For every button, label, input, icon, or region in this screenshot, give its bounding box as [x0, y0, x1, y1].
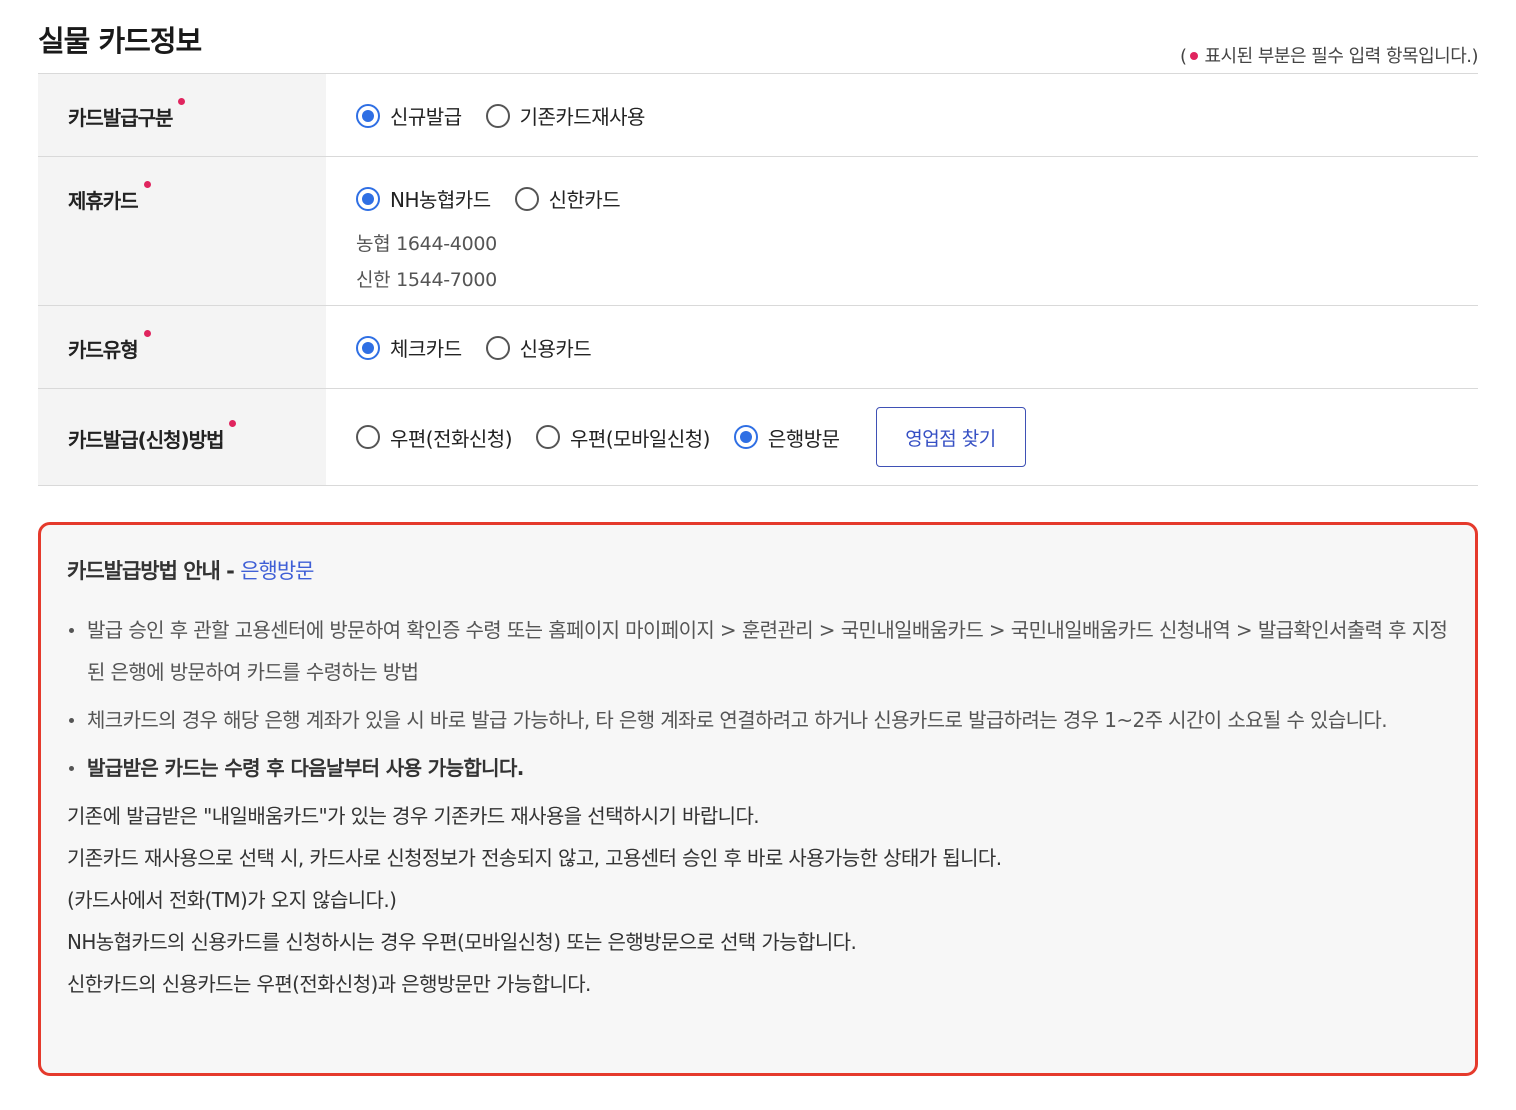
card-type-value-cell: 체크카드 신용카드 — [326, 306, 1478, 388]
card-type-label-cell: 카드유형 — [38, 306, 326, 388]
row-issue-method: 카드발급(신청)방법 우편(전화신청) 우편(모바일신청) 은행방문 영업점 찾… — [38, 389, 1478, 486]
radio-mail-mobile-label: 우편(모바일신청) — [570, 426, 710, 451]
info-note: NH농협카드의 신용카드를 신청하시는 경우 우편(모바일신청) 또는 은행방문… — [67, 930, 857, 954]
required-dot-icon — [178, 98, 186, 105]
required-note-open: ( — [1179, 46, 1187, 67]
info-notes: 기존에 발급받은 "내일배움카드"가 있는 경우 기존카드 재사용을 선택하시기… — [67, 795, 1449, 1005]
info-note: 기존에 발급받은 "내일배움카드"가 있는 경우 기존카드 재사용을 선택하시기… — [67, 804, 760, 828]
radio-new-issue-label: 신규발급 — [390, 105, 462, 129]
radio-mail-phone[interactable]: 우편(전화신청) — [356, 423, 513, 452]
partner-card-radio-group: NH농협카드 신한카드 — [356, 184, 1478, 213]
row-partner-card: 제휴카드 NH농협카드 신한카드 농협 1644-4000 신한 1544-70… — [38, 157, 1478, 306]
info-bullet-emphasis: 발급받은 카드는 수령 후 다음날부터 사용 가능합니다. — [67, 747, 1449, 789]
info-title-accent: 은행방문 — [240, 559, 314, 583]
radio-credit-card[interactable]: 신용카드 — [485, 333, 592, 362]
issue-type-label: 카드발급구분 — [68, 106, 173, 130]
radio-shinhan-card[interactable]: 신한카드 — [514, 184, 621, 213]
row-issue-type: 카드발급구분 신규발급 기존카드재사용 — [38, 74, 1478, 157]
required-dot-icon — [1190, 51, 1199, 60]
info-title-prefix: 카드발급방법 안내 - — [67, 559, 235, 583]
issue-type-radio-group: 신규발급 기존카드재사용 — [356, 101, 1478, 130]
issue-type-value-cell: 신규발급 기존카드재사용 — [326, 74, 1478, 156]
issue-method-radio-group: 우편(전화신청) 우편(모바일신청) 은행방문 영업점 찾기 — [356, 407, 1478, 467]
radio-shinhan-card-label: 신한카드 — [548, 188, 621, 212]
partner-card-label: 제휴카드 — [68, 189, 139, 213]
required-note-text: 표시된 부분은 필수 입력 항목입니다.) — [1204, 46, 1478, 67]
partner-card-value-cell: NH농협카드 신한카드 농협 1644-4000 신한 1544-7000 — [326, 157, 1478, 305]
radio-unchecked-icon[interactable] — [356, 425, 380, 449]
info-bullet: 체크카드의 경우 해당 은행 계좌가 있을 시 바로 발급 가능하나, 타 은행… — [67, 699, 1449, 741]
radio-nh-card[interactable]: NH농협카드 — [356, 184, 491, 213]
info-bullet: 발급 승인 후 관할 고용센터에 방문하여 확인증 수령 또는 홈페이지 마이페… — [67, 609, 1449, 693]
row-card-type: 카드유형 체크카드 신용카드 — [38, 306, 1478, 389]
radio-mail-mobile[interactable]: 우편(모바일신청) — [536, 423, 710, 452]
find-branch-button[interactable]: 영업점 찾기 — [875, 407, 1026, 467]
radio-checked-icon[interactable] — [356, 335, 380, 360]
radio-credit-card-label: 신용카드 — [519, 337, 592, 361]
radio-unchecked-icon[interactable] — [514, 186, 539, 211]
card-type-label: 카드유형 — [68, 338, 139, 362]
radio-reuse-card-label: 기존카드재사용 — [519, 105, 646, 129]
section-title: 실물 카드정보 — [38, 24, 202, 58]
radio-checked-icon[interactable] — [356, 103, 380, 128]
issue-type-label-cell: 카드발급구분 — [38, 74, 326, 156]
info-note: 기존카드 재사용으로 선택 시, 카드사로 신청정보가 전송되지 않고, 고용센… — [67, 846, 1002, 870]
radio-bank-visit-label: 은행방문 — [767, 426, 840, 451]
info-note: 신한카드의 신용카드는 우편(전화신청)과 은행방문만 가능합니다. — [67, 972, 591, 996]
radio-check-card-label: 체크카드 — [390, 337, 462, 361]
issue-method-label: 카드발급(신청)방법 — [68, 428, 224, 452]
required-dot-icon — [229, 420, 237, 427]
radio-checked-icon[interactable] — [733, 425, 758, 449]
required-note: ( 표시된 부분은 필수 입력 항목입니다.) — [1179, 42, 1479, 68]
radio-unchecked-icon[interactable] — [485, 335, 510, 360]
radio-new-issue[interactable]: 신규발급 — [356, 101, 462, 130]
partner-card-label-cell: 제휴카드 — [38, 157, 326, 305]
card-form-table: 카드발급구분 신규발급 기존카드재사용 제휴카드 NH농협카드 신한카드 농협 … — [38, 73, 1478, 486]
card-type-radio-group: 체크카드 신용카드 — [356, 333, 1478, 362]
radio-reuse-card[interactable]: 기존카드재사용 — [485, 101, 646, 130]
info-title: 카드발급방법 안내 - 은행방문 — [67, 555, 1449, 585]
radio-unchecked-icon[interactable] — [485, 103, 510, 128]
card-info-page: 실물 카드정보 ( 표시된 부분은 필수 입력 항목입니다.) 카드발급구분 신규… — [0, 0, 1516, 1110]
issue-method-value-cell: 우편(전화신청) 우편(모바일신청) 은행방문 영업점 찾기 — [326, 389, 1478, 485]
radio-bank-visit[interactable]: 은행방문 — [733, 423, 840, 452]
issue-method-label-cell: 카드발급(신청)방법 — [38, 389, 326, 485]
info-note: (카드사에서 전화(TM)가 오지 않습니다.) — [67, 888, 397, 912]
issue-method-info-box: 카드발급방법 안내 - 은행방문 발급 승인 후 관할 고용센터에 방문하여 확… — [38, 522, 1478, 1076]
required-dot-icon — [143, 181, 151, 188]
shinhan-phone: 신한 1544-7000 — [356, 269, 497, 291]
radio-checked-icon[interactable] — [356, 186, 380, 211]
nh-phone: 농협 1644-4000 — [356, 233, 497, 255]
radio-unchecked-icon[interactable] — [536, 425, 561, 449]
radio-mail-phone-label: 우편(전화신청) — [390, 426, 513, 451]
required-dot-icon — [143, 330, 151, 337]
radio-nh-card-label: NH농협카드 — [390, 188, 491, 212]
info-bullet-list: 발급 승인 후 관할 고용센터에 방문하여 확인증 수령 또는 홈페이지 마이페… — [67, 609, 1449, 789]
radio-check-card[interactable]: 체크카드 — [356, 333, 462, 362]
